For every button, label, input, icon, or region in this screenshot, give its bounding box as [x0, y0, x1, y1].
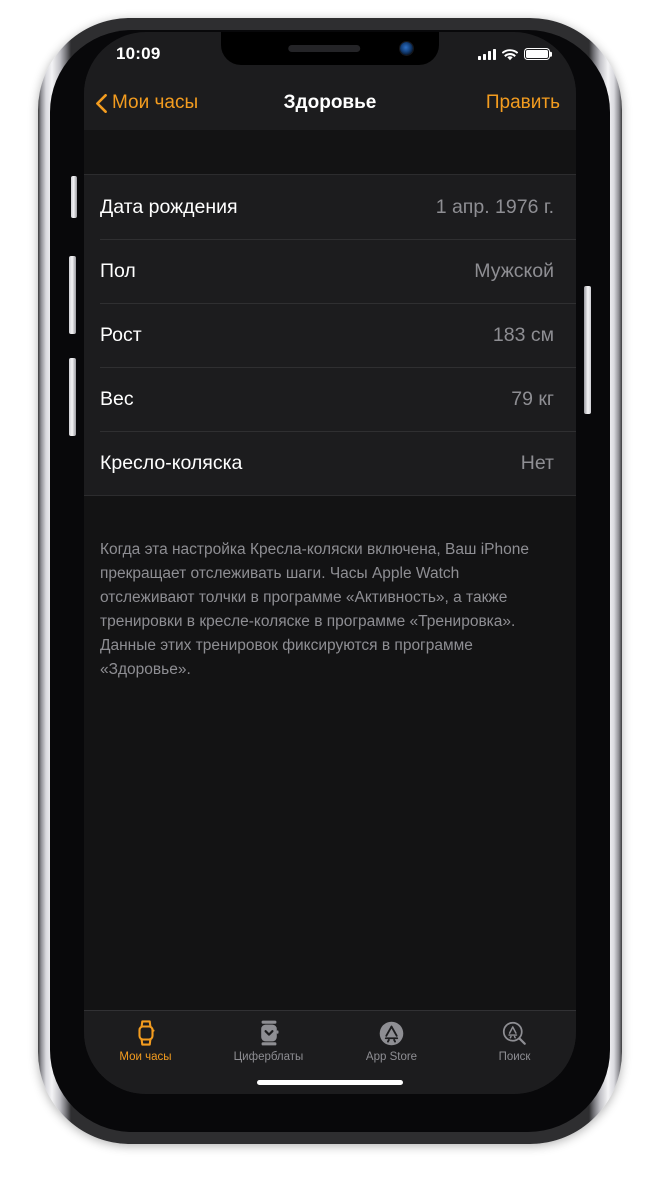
tab-label: Циферблаты [233, 1051, 304, 1063]
cellular-bars-icon [478, 48, 496, 60]
row-label: Кресло-коляска [100, 451, 243, 474]
row-label: Дата рождения [100, 195, 238, 218]
table-row[interactable]: Вес 79 кг [84, 367, 576, 431]
mute-switch[interactable] [71, 176, 77, 218]
power-button[interactable] [584, 286, 591, 414]
screenshot-stage: 10:09 Мои часы Здоровье Править Дата рож… [0, 0, 660, 1198]
table-row[interactable]: Рост 183 см [84, 303, 576, 367]
table-row[interactable]: Кресло-коляска Нет [84, 431, 576, 495]
tab-label: Поиск [498, 1051, 531, 1063]
tab-search[interactable]: Поиск [453, 1018, 576, 1063]
row-value: 183 см [492, 323, 554, 346]
home-indicator[interactable] [257, 1079, 403, 1085]
back-button[interactable]: Мои часы [84, 92, 198, 114]
row-value: 1 апр. 1976 г. [435, 195, 554, 218]
row-label: Рост [100, 323, 142, 346]
navigation-bar: Мои часы Здоровье Править [84, 76, 576, 130]
volume-up-button[interactable] [69, 256, 76, 334]
status-bar-clock: 10:09 [116, 44, 161, 63]
row-value: Мужской [474, 259, 554, 282]
tab-my-watch[interactable]: Мои часы [84, 1018, 207, 1063]
row-value: 79 кг [511, 387, 554, 410]
back-button-label: Мои часы [112, 92, 199, 113]
health-settings-table: Дата рождения 1 апр. 1976 г. Пол Мужской… [84, 174, 576, 496]
earpiece-speaker-icon [288, 45, 361, 52]
settings-content: Дата рождения 1 апр. 1976 г. Пол Мужской… [84, 130, 576, 1094]
status-bar-indicators [478, 47, 550, 61]
tab-label: App Store [365, 1051, 418, 1063]
watch-outline-icon [133, 1018, 159, 1048]
tab-watch-faces[interactable]: Циферблаты [207, 1018, 330, 1063]
app-store-icon [377, 1018, 406, 1048]
row-label: Вес [100, 387, 134, 410]
watch-face-icon [256, 1018, 282, 1048]
section-footnote: Когда эта настройка Кресла-коляски включ… [100, 541, 529, 678]
device-notch [221, 32, 439, 65]
volume-down-button[interactable] [69, 358, 76, 436]
battery-full-icon [524, 47, 550, 61]
wifi-icon [501, 48, 519, 61]
table-row[interactable]: Пол Мужской [84, 239, 576, 303]
tab-app-store[interactable]: App Store [330, 1018, 453, 1063]
row-label: Пол [100, 259, 136, 282]
row-value: Нет [520, 451, 554, 474]
front-camera-icon [400, 42, 413, 55]
app-store-search-icon [500, 1018, 529, 1048]
edit-button[interactable]: Править [486, 92, 576, 114]
table-row[interactable]: Дата рождения 1 апр. 1976 г. [84, 175, 576, 239]
section-spacer [84, 130, 576, 174]
phone-screen: 10:09 Мои часы Здоровье Править Дата рож… [84, 32, 576, 1094]
chevron-left-icon [96, 93, 107, 113]
tab-label: Мои часы [119, 1051, 172, 1063]
